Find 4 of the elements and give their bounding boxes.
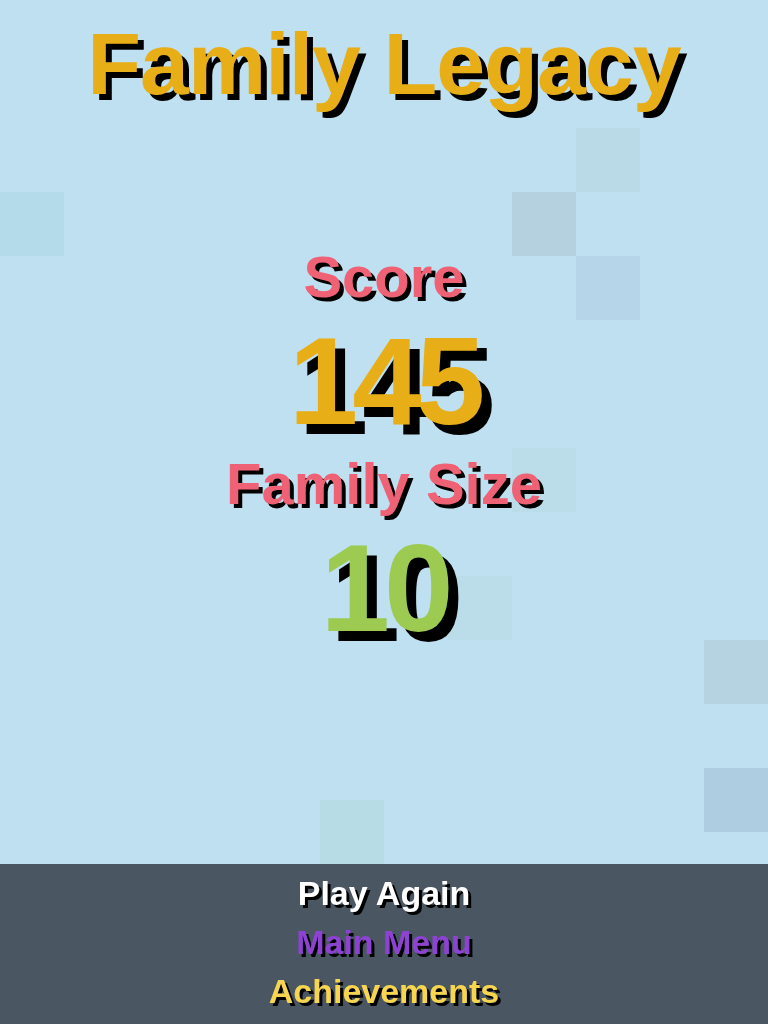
menu-button[interactable]: Play Again — [297, 876, 471, 910]
stat-label: Score — [303, 248, 465, 306]
background-tile — [320, 800, 384, 864]
menu-button[interactable]: Achievements — [268, 974, 500, 1008]
